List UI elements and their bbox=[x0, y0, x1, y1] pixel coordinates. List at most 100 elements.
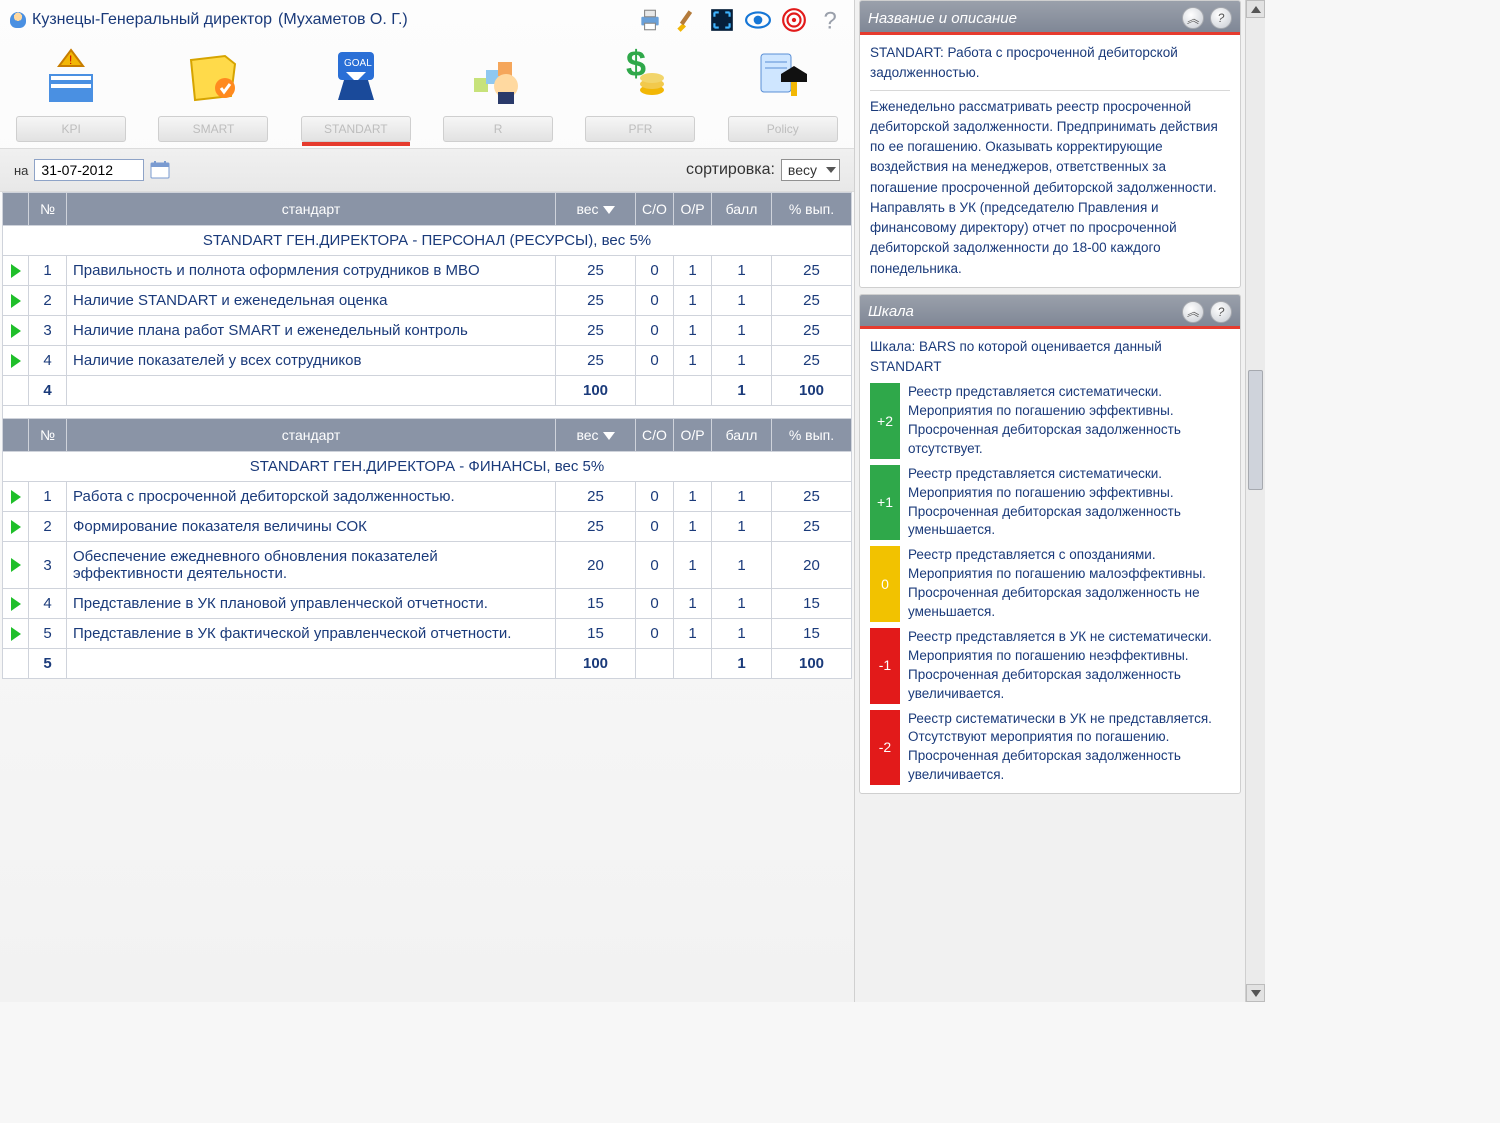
svg-text:!: ! bbox=[69, 53, 72, 67]
nav-smart[interactable]: SMART bbox=[148, 40, 278, 142]
table-row[interactable]: 5Представление в УК фактической управлен… bbox=[3, 619, 852, 649]
target-icon[interactable] bbox=[780, 6, 808, 34]
fullscreen-icon[interactable] bbox=[708, 6, 736, 34]
row-pct: 25 bbox=[772, 316, 852, 346]
row-co: 0 bbox=[636, 256, 674, 286]
expand-icon[interactable] bbox=[3, 346, 29, 376]
row-name: Представление в УК фактической управленч… bbox=[67, 619, 556, 649]
row-name: Наличие плана работ SMART и еженедельный… bbox=[67, 316, 556, 346]
table-row[interactable]: 1Работа с просроченной дебиторской задол… bbox=[3, 482, 852, 512]
panel-help-icon[interactable]: ? bbox=[1210, 7, 1232, 29]
row-score: 1 bbox=[712, 542, 772, 589]
row-score: 1 bbox=[712, 316, 772, 346]
row-weight: 15 bbox=[556, 619, 636, 649]
group-header: STANDART ГЕН.ДИРЕКТОРА - ПЕРСОНАЛ (РЕСУР… bbox=[3, 226, 852, 256]
expand-icon[interactable] bbox=[3, 256, 29, 286]
date-input[interactable] bbox=[34, 159, 144, 181]
row-pct: 25 bbox=[772, 286, 852, 316]
bars-score: +2 bbox=[870, 383, 900, 459]
svg-text:?: ? bbox=[824, 8, 837, 33]
row-co: 0 bbox=[636, 316, 674, 346]
table-row[interactable]: 3Обеспечение ежедневного обновления пока… bbox=[3, 542, 852, 589]
row-op: 1 bbox=[674, 619, 712, 649]
calendar-icon[interactable] bbox=[150, 160, 170, 180]
bars-item: +1Реестр представляется систематически. … bbox=[870, 465, 1230, 541]
table-row[interactable]: 1Правильность и полнота оформления сотру… bbox=[3, 256, 852, 286]
summary-row: 41001100 bbox=[3, 376, 852, 406]
nav-policy-button[interactable]: Policy bbox=[728, 116, 838, 142]
row-number: 4 bbox=[29, 346, 67, 376]
print-icon[interactable] bbox=[636, 6, 664, 34]
group-header: STANDART ГЕН.ДИРЕКТОРА - ФИНАНСЫ, вес 5% bbox=[3, 452, 852, 482]
scroll-down-icon[interactable] bbox=[1246, 984, 1265, 1002]
nav-standart-button[interactable]: STANDART bbox=[301, 116, 411, 142]
nav-smart-button[interactable]: SMART bbox=[158, 116, 268, 142]
expand-icon[interactable] bbox=[3, 589, 29, 619]
nav-r-button[interactable]: R bbox=[443, 116, 553, 142]
bars-item: +2Реестр представляется систематически. … bbox=[870, 383, 1230, 459]
expand-icon[interactable] bbox=[3, 542, 29, 589]
bars-score: -2 bbox=[870, 710, 900, 786]
row-weight: 25 bbox=[556, 482, 636, 512]
row-co: 0 bbox=[636, 619, 674, 649]
nav-kpi-button[interactable]: KPI bbox=[16, 116, 126, 142]
standart-icon: GOAL bbox=[320, 40, 392, 112]
table-row[interactable]: 4Представление в УК плановой управленчес… bbox=[3, 589, 852, 619]
bars-text: Реестр представляется с опозданиями. Мер… bbox=[908, 546, 1230, 622]
scroll-up-icon[interactable] bbox=[1246, 0, 1265, 18]
row-weight: 20 bbox=[556, 542, 636, 589]
row-number: 1 bbox=[29, 256, 67, 286]
desc-heading: STANDART: Работа с просроченной дебиторс… bbox=[870, 43, 1230, 84]
collapse-icon[interactable]: ︽ bbox=[1182, 301, 1204, 323]
bars-item: -2Реестр систематически в УК не представ… bbox=[870, 710, 1230, 786]
pfr-icon: $ bbox=[604, 40, 676, 112]
row-weight: 25 bbox=[556, 256, 636, 286]
expand-icon[interactable] bbox=[3, 316, 29, 346]
table-row[interactable]: 2Наличие STANDART и еженедельная оценка2… bbox=[3, 286, 852, 316]
row-name: Работа с просроченной дебиторской задолж… bbox=[67, 482, 556, 512]
row-score: 1 bbox=[712, 589, 772, 619]
row-op: 1 bbox=[674, 542, 712, 589]
row-co: 0 bbox=[636, 286, 674, 316]
expand-icon[interactable] bbox=[3, 512, 29, 542]
row-co: 0 bbox=[636, 542, 674, 589]
row-pct: 15 bbox=[772, 589, 852, 619]
nav-pfr-button[interactable]: PFR bbox=[585, 116, 695, 142]
sort-select[interactable]: весу bbox=[781, 162, 840, 178]
expand-icon[interactable] bbox=[3, 482, 29, 512]
scale-subtitle: Шкала: BARS по которой оценивается данны… bbox=[870, 337, 1230, 378]
row-score: 1 bbox=[712, 346, 772, 376]
nav-policy[interactable]: Policy bbox=[718, 40, 848, 142]
row-number: 2 bbox=[29, 286, 67, 316]
bars-score: +1 bbox=[870, 465, 900, 541]
row-score: 1 bbox=[712, 512, 772, 542]
eye-icon[interactable] bbox=[744, 6, 772, 34]
row-weight: 25 bbox=[556, 286, 636, 316]
nav-kpi[interactable]: ! KPI bbox=[6, 40, 136, 142]
collapse-icon[interactable]: ︽ bbox=[1182, 7, 1204, 29]
svg-text:GOAL: GOAL bbox=[344, 58, 372, 69]
kpi-icon: ! bbox=[35, 40, 107, 112]
outer-scrollbar[interactable] bbox=[1245, 0, 1265, 1002]
row-pct: 25 bbox=[772, 346, 852, 376]
expand-icon[interactable] bbox=[3, 619, 29, 649]
row-weight: 25 bbox=[556, 316, 636, 346]
nav-r[interactable]: R bbox=[433, 40, 563, 142]
divider bbox=[870, 90, 1230, 91]
expand-icon[interactable] bbox=[3, 286, 29, 316]
table-row[interactable]: 4Наличие показателей у всех сотрудников2… bbox=[3, 346, 852, 376]
row-op: 1 bbox=[674, 256, 712, 286]
panel-help-icon[interactable]: ? bbox=[1210, 301, 1232, 323]
scroll-thumb[interactable] bbox=[1248, 370, 1263, 490]
row-number: 2 bbox=[29, 512, 67, 542]
brush-icon[interactable] bbox=[672, 6, 700, 34]
sidebar: Название и описание ︽ ? STANDART: Работа… bbox=[855, 0, 1245, 1002]
table-row[interactable]: 3Наличие плана работ SMART и еженедельны… bbox=[3, 316, 852, 346]
nav-pfr[interactable]: $ PFR bbox=[575, 40, 705, 142]
nav-standart[interactable]: GOAL STANDART bbox=[291, 40, 421, 142]
table-row[interactable]: 2Формирование показателя величины СОК250… bbox=[3, 512, 852, 542]
bars-score: -1 bbox=[870, 628, 900, 704]
panel-description-title: Название и описание bbox=[868, 10, 1017, 27]
row-pct: 20 bbox=[772, 542, 852, 589]
help-icon[interactable]: ? bbox=[816, 6, 844, 34]
